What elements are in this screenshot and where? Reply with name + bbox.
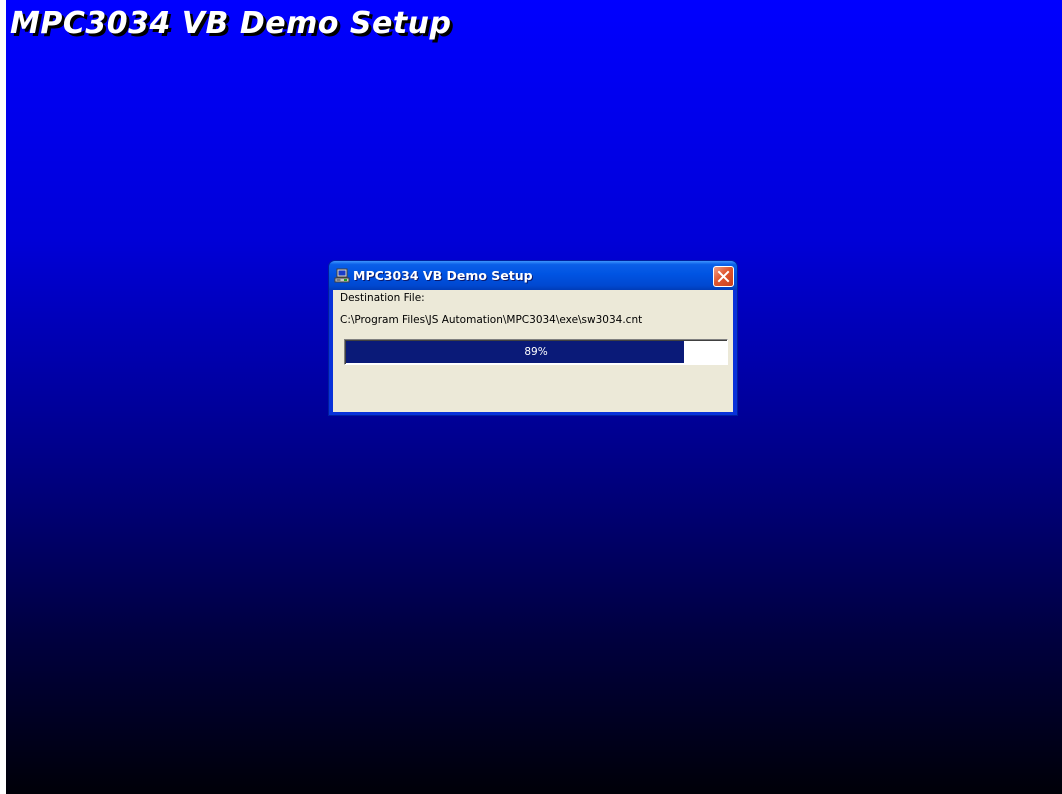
progress-percent-label: 89% xyxy=(524,346,548,358)
setup-background: MPC3034 VB Demo Setup MPC3034 VB Demo Se… xyxy=(6,0,1062,794)
install-progress-bar: 89% xyxy=(344,339,728,365)
close-button[interactable] xyxy=(713,266,734,287)
close-icon xyxy=(717,270,730,283)
dialog-client-area: Destination File: C:\Program Files\JS Au… xyxy=(333,290,733,412)
setup-computer-icon xyxy=(334,268,350,284)
destination-file-label: Destination File: xyxy=(340,292,425,304)
setup-progress-dialog: MPC3034 VB Demo Setup Destination File: … xyxy=(328,260,738,416)
dialog-titlebar[interactable]: MPC3034 VB Demo Setup xyxy=(329,261,737,290)
dialog-title: MPC3034 VB Demo Setup xyxy=(353,268,533,283)
setup-banner-title: MPC3034 VB Demo Setup xyxy=(10,6,452,41)
destination-file-path: C:\Program Files\JS Automation\MPC3034\e… xyxy=(340,314,643,326)
